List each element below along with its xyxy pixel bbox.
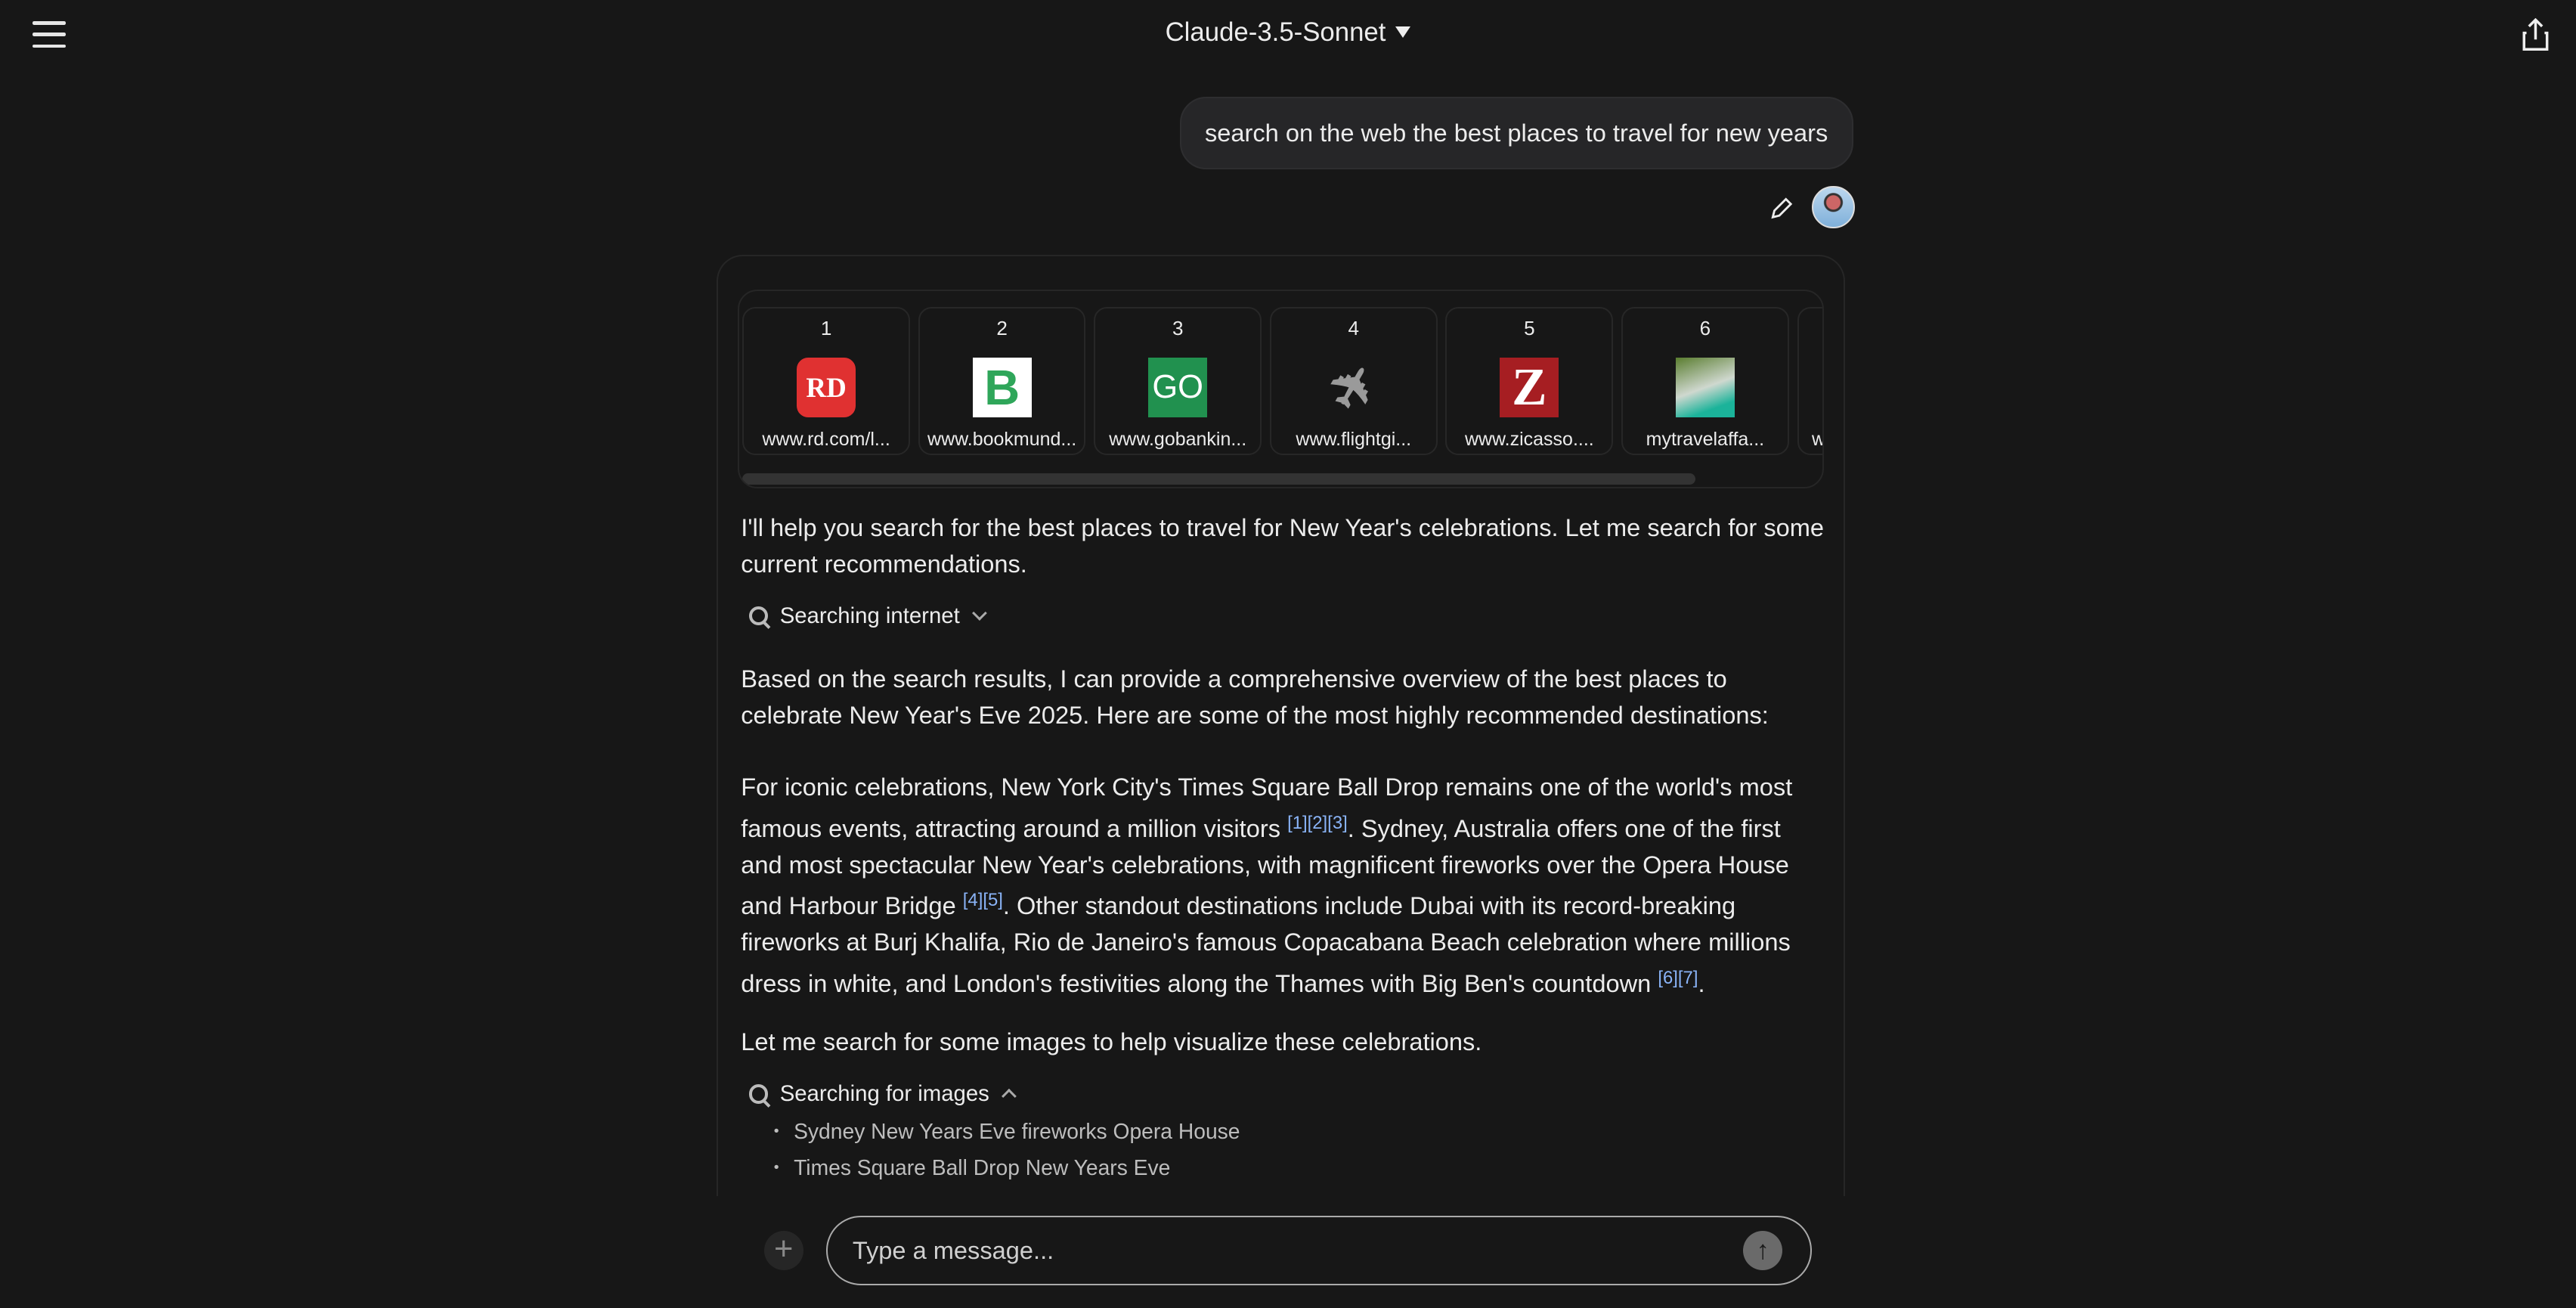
image-query-item: Times Square Ball Drop New Years Eve [774,1155,1170,1180]
site-logo: B [972,358,1032,417]
source-number: 2 [996,317,1008,340]
message-input[interactable] [826,1216,1813,1285]
caret-down-icon [1395,26,1411,38]
avatar [1812,185,1855,229]
chevron-down-icon [972,606,988,621]
source-url: www.rd.com/l... [762,428,890,450]
response-paragraph-citations: For iconic celebrations, New York City's… [741,769,1825,1001]
source-url: mytravelaffa... [1646,428,1765,450]
share-icon[interactable] [2522,17,2550,51]
response-paragraph: Based on the search results, I can provi… [741,664,1769,729]
source-number: 3 [1172,317,1184,340]
model-name: Claude-3.5-Sonnet [1165,17,1386,47]
app-window: Claude-3.5-Sonnet search on the web the … [0,0,2576,1308]
site-logo: RD [796,358,856,417]
source-url: w [1799,429,1822,451]
source-card[interactable]: 1 RD www.rd.com/l... [742,307,910,455]
model-selector[interactable]: Claude-3.5-Sonnet [0,18,2576,48]
citation-link[interactable]: [1][2][3] [1287,813,1348,833]
image-query-item: Sydney New Years Eve fireworks Opera Hou… [774,1119,1240,1144]
chevron-up-icon [1002,1089,1017,1105]
user-message: search on the web the best places to tra… [1179,97,1853,169]
plane-icon: ✈ [1314,351,1392,423]
site-logo: Z [1500,358,1559,417]
source-card[interactable]: 2 Bwww.bookmund... [918,307,1086,455]
source-card[interactable]: 4 ✈ www.flightgi... [1269,307,1438,455]
site-thumbnail [1675,358,1735,417]
response-paragraph: Let me search for some images to help vi… [741,1027,1482,1056]
tool-label: Searching for images [779,1081,989,1107]
source-url: www.gobankin... [1109,428,1247,450]
source-url: www.zicasso.... [1464,428,1594,450]
citation-link[interactable]: [4][5] [963,890,1003,910]
arrow-up-icon: ↑ [1756,1235,1769,1265]
text-segment: . [1698,969,1705,997]
attach-plus-button[interactable]: + [763,1230,803,1271]
search-icon [749,1084,769,1104]
source-card[interactable]: 3 GO www.gobankin... [1094,307,1262,455]
source-number: 6 [1699,317,1711,340]
site-logo: GO [1148,358,1208,417]
source-number [1799,317,1822,343]
source-number: 1 [820,317,832,340]
source-card[interactable]: w [1797,307,1822,455]
sources-carousel: 1 RD www.rd.com/l... 2 Bwww.bookmund... 3 GO ww… [737,289,1824,488]
citation-link[interactable]: [6][7] [1658,968,1698,988]
source-url: www.bookmund... [927,428,1077,450]
source-number: 4 [1348,317,1360,340]
searching-internet-toggle[interactable]: Searching internet [749,603,988,629]
tool-label: Searching internet [779,603,960,628]
response-intro: I'll help you search for the best places… [741,513,1825,578]
source-number: 5 [1524,317,1535,340]
source-card[interactable]: 5 Zwww.zicasso.... [1445,307,1614,455]
source-url: www.flightgi... [1296,428,1412,450]
searching-images-toggle[interactable]: Searching for images [749,1081,1017,1107]
edit-pencil-icon[interactable] [1769,196,1794,221]
horizontal-scrollbar[interactable] [742,473,1695,485]
send-button[interactable]: ↑ [1743,1230,1783,1271]
source-card[interactable]: 6 mytravelaffa... [1621,307,1789,455]
search-icon [749,606,769,626]
